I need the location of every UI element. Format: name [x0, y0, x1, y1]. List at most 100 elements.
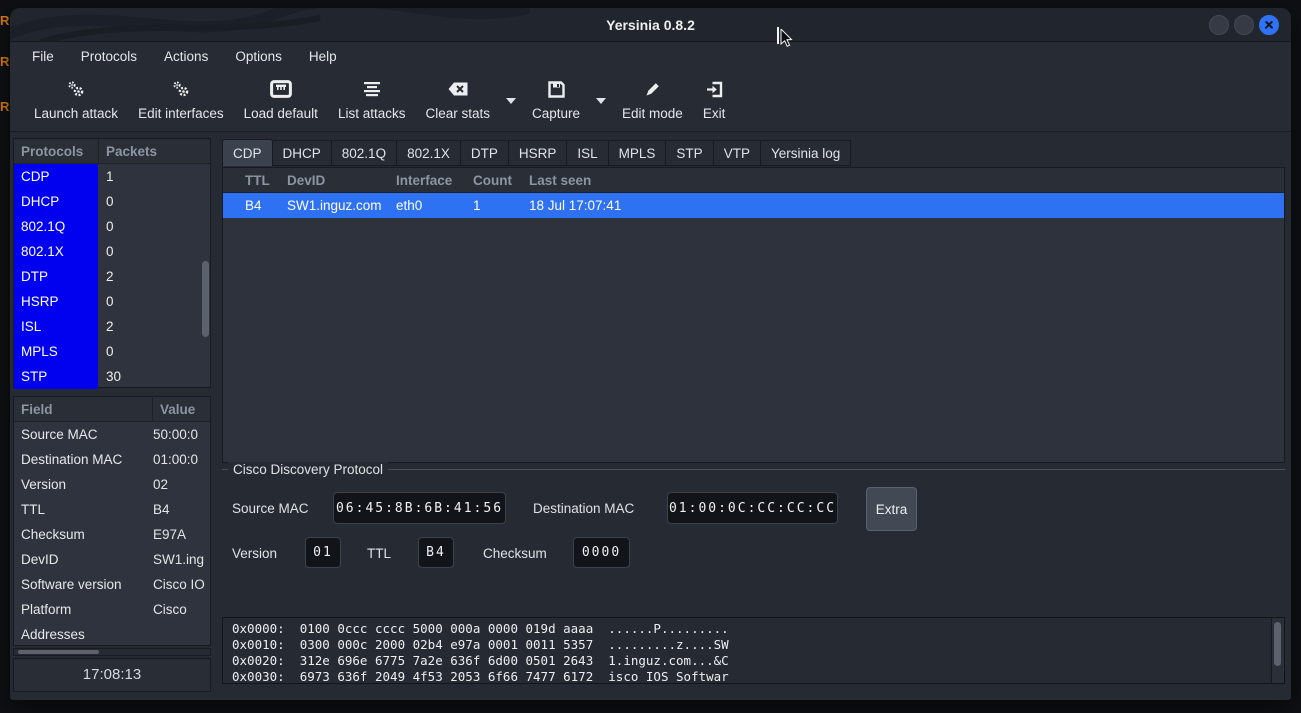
col-header-interface[interactable]: Interface: [396, 173, 473, 188]
protocol-row-cdp[interactable]: CDP1: [14, 164, 210, 189]
toolbar: Launch attack Edit interfaces: [10, 70, 1291, 132]
hex-dump-panel: 0x0000: 0100 0ccc cccc 5000 000a 0000 01…: [222, 617, 1285, 684]
capture-button[interactable]: Capture: [522, 77, 590, 123]
field-row[interactable]: Software versionCisco IO: [14, 572, 210, 597]
protocol-row-dtp[interactable]: DTP2: [14, 264, 210, 289]
clear-stats-dropdown[interactable]: [500, 77, 522, 125]
source-mac-label: Source MAC: [232, 501, 309, 516]
clear-stats-button[interactable]: Clear stats: [415, 77, 500, 123]
fields-horizontal-scrollbar[interactable]: [13, 648, 211, 656]
field-row[interactable]: ChecksumE97A: [14, 522, 210, 547]
packets-column-header[interactable]: Packets: [98, 139, 210, 164]
protocol-packets: 30: [98, 369, 210, 384]
chevron-down-icon: [596, 98, 606, 104]
scrollbar-thumb[interactable]: [1274, 622, 1281, 666]
menu-file[interactable]: File: [32, 49, 54, 64]
tab-yersinia-log[interactable]: Yersinia log: [761, 140, 851, 166]
toolbar-label: Launch attack: [34, 106, 118, 121]
destination-mac-input[interactable]: 01:00:0C:CC:CC:CC: [667, 492, 838, 524]
exit-button[interactable]: Exit: [693, 77, 736, 123]
extra-button[interactable]: Extra: [866, 487, 917, 531]
protocol-name: HSRP: [14, 289, 98, 314]
status-clock: 17:08:13: [13, 658, 211, 692]
field-row[interactable]: TTLB4: [14, 497, 210, 522]
value-column-header[interactable]: Value: [152, 397, 210, 422]
capture-dropdown[interactable]: [590, 77, 612, 125]
version-input[interactable]: 01: [305, 537, 341, 568]
ttl-label: TTL: [367, 546, 391, 561]
protocol-row-hsrp[interactable]: HSRP0: [14, 289, 210, 314]
edit-mode-button[interactable]: Edit mode: [612, 77, 693, 123]
col-header-ttl[interactable]: TTL: [245, 173, 287, 188]
load-default-button[interactable]: Load default: [234, 77, 328, 123]
protocol-name: ISL: [14, 314, 98, 339]
tab-cdp[interactable]: CDP: [222, 139, 273, 166]
field-row[interactable]: DevIDSW1.ing: [14, 547, 210, 572]
protocols-scrollbar[interactable]: [202, 261, 209, 337]
tab-stp[interactable]: STP: [666, 140, 713, 166]
field-row[interactable]: Version02: [14, 472, 210, 497]
cell-ttl: B4: [245, 198, 287, 213]
edit-interfaces-button[interactable]: Edit interfaces: [128, 77, 234, 123]
minimize-button[interactable]: [1209, 15, 1229, 35]
field-row[interactable]: PlatformCisco: [14, 597, 210, 622]
source-mac-input[interactable]: 06:45:8B:6B:41:56: [333, 492, 506, 524]
packet-table: TTL DevID Interface Count Last seen B4 S…: [222, 167, 1285, 463]
maximize-button[interactable]: [1234, 15, 1254, 35]
tab-dtp[interactable]: DTP: [461, 140, 509, 166]
list-attacks-button[interactable]: List attacks: [328, 77, 416, 123]
menu-protocols[interactable]: Protocols: [81, 49, 137, 64]
protocol-row-stp[interactable]: STP30: [14, 364, 210, 389]
col-header-last-seen[interactable]: Last seen: [529, 173, 1284, 188]
protocol-row-dhcp[interactable]: DHCP0: [14, 189, 210, 214]
col-header-count[interactable]: Count: [473, 173, 529, 188]
cell-interface: eth0: [396, 198, 473, 213]
hex-dump-scrollbar[interactable]: [1271, 618, 1284, 683]
toolbar-label: Exit: [703, 106, 726, 121]
field-row[interactable]: Addresses: [14, 622, 210, 647]
cell-devid: SW1.inguz.com: [287, 198, 396, 213]
floppy-icon: [548, 79, 565, 99]
ttl-input[interactable]: B4: [418, 537, 454, 568]
cell-last-seen: 18 Jul 17:07:41: [529, 198, 1284, 213]
toolbar-label: Edit mode: [622, 106, 683, 121]
protocol-name: STP: [14, 364, 98, 389]
field-name: Checksum: [14, 527, 152, 542]
tab-8021q[interactable]: 802.1Q: [332, 140, 397, 166]
tab-hsrp[interactable]: HSRP: [509, 140, 568, 166]
checksum-input[interactable]: 0000: [573, 537, 630, 568]
checksum-label: Checksum: [483, 546, 547, 561]
tab-mpls[interactable]: MPLS: [609, 140, 667, 166]
field-name: Version: [14, 477, 152, 492]
chevron-down-icon: [506, 98, 516, 104]
tab-vtp[interactable]: VTP: [714, 140, 761, 166]
hex-dump-line: 0x0010: 0300 000c 2000 02b4 e97a 0001 00…: [232, 637, 1284, 653]
tab-dhcp[interactable]: DHCP: [273, 140, 332, 166]
field-row[interactable]: Source MAC50:00:0: [14, 422, 210, 447]
protocol-row-mpls[interactable]: MPLS0: [14, 339, 210, 364]
field-column-header[interactable]: Field: [14, 397, 152, 422]
protocol-row-8021x[interactable]: 802.1X0: [14, 239, 210, 264]
launch-attack-button[interactable]: Launch attack: [24, 77, 128, 123]
toolbar-label: Edit interfaces: [138, 106, 224, 121]
menu-actions[interactable]: Actions: [164, 49, 208, 64]
window-titlebar[interactable]: Yersinia 0.8.2: [10, 8, 1291, 42]
tab-8021x[interactable]: 802.1X: [397, 140, 461, 166]
toolbar-label: Capture: [532, 106, 580, 121]
pencil-icon: [644, 79, 661, 99]
tab-isl[interactable]: ISL: [567, 140, 608, 166]
close-button[interactable]: [1259, 15, 1279, 35]
window-title: Yersinia 0.8.2: [10, 8, 1291, 42]
protocol-row-isl[interactable]: ISL2: [14, 314, 210, 339]
protocols-column-header[interactable]: Protocols: [14, 139, 98, 164]
gears-icon: [66, 79, 86, 99]
col-header-devid[interactable]: DevID: [287, 173, 396, 188]
field-row[interactable]: Destination MAC01:00:0: [14, 447, 210, 472]
protocol-packets: 0: [98, 244, 210, 259]
menu-help[interactable]: Help: [309, 49, 337, 64]
menu-options[interactable]: Options: [235, 49, 282, 64]
field-name: Source MAC: [14, 427, 152, 442]
scrollbar-thumb[interactable]: [18, 650, 99, 654]
protocol-row-8021q[interactable]: 802.1Q0: [14, 214, 210, 239]
packet-table-row[interactable]: B4 SW1.inguz.com eth0 1 18 Jul 17:07:41: [223, 193, 1284, 218]
